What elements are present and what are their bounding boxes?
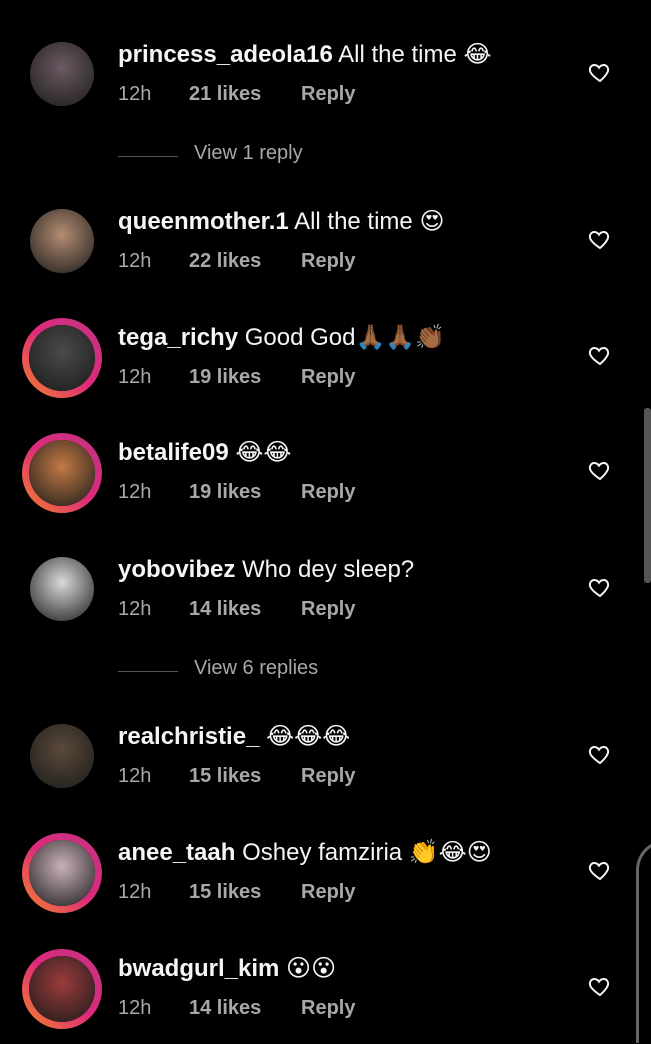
- avatar-image: [29, 440, 95, 506]
- view-replies-label: View 6 replies: [194, 657, 319, 679]
- comment-line: tega_richy Good God🙏🏾🙏🏾👏🏾: [118, 323, 445, 352]
- comment-item: tega_richy Good God🙏🏾🙏🏾👏🏾 12h 19 likes Rep…: [0, 313, 651, 413]
- comment-meta: 12h 21 likes Reply: [118, 83, 355, 106]
- likes-count[interactable]: 19 likes: [189, 481, 301, 504]
- comment-meta: 12h 19 likes Reply: [118, 366, 355, 389]
- comment-emoji: 🙏🏾🙏🏾👏🏾: [355, 323, 446, 351]
- reply-button[interactable]: Reply: [301, 997, 355, 1019]
- username[interactable]: bwadgurl_kim: [118, 955, 279, 982]
- username[interactable]: betalife09: [118, 439, 229, 466]
- likes-count[interactable]: 22 likes: [189, 250, 301, 273]
- reply-button[interactable]: Reply: [301, 881, 355, 903]
- username[interactable]: queenmother.1: [118, 208, 289, 235]
- comment-time: 12h: [118, 366, 152, 388]
- comment-item: princess_adeola16 All the time 😂 12h 21 l…: [0, 30, 651, 130]
- comment-emoji: 👏😂😍: [408, 838, 492, 866]
- avatar[interactable]: [30, 724, 94, 788]
- comment-emoji: 😍: [419, 207, 445, 235]
- username[interactable]: anee_taah: [118, 839, 235, 866]
- username[interactable]: princess_adeola16: [118, 41, 333, 68]
- comment-line: realchristie_ 😂😂😂: [118, 722, 350, 751]
- likes-count[interactable]: 14 likes: [189, 997, 301, 1020]
- heart-icon[interactable]: [588, 60, 612, 84]
- reply-button[interactable]: Reply: [301, 83, 355, 105]
- comment-emoji: 😮😮: [286, 954, 337, 982]
- comment-text: Good God: [244, 324, 356, 351]
- comment-line: anee_taah Oshey famziria 👏😂😍: [118, 838, 492, 867]
- avatar-image: [30, 42, 94, 106]
- replies-divider: [118, 156, 178, 157]
- comment-meta: 12h 15 likes Reply: [118, 765, 355, 788]
- comment-item: queenmother.1 All the time 😍 12h 22 likes…: [0, 197, 651, 297]
- avatar[interactable]: [30, 209, 94, 273]
- comment-item: anee_taah Oshey famziria 👏😂😍 12h 15 likes…: [0, 828, 651, 928]
- avatar-story-ring[interactable]: [22, 833, 102, 913]
- likes-count[interactable]: 14 likes: [189, 598, 301, 621]
- avatar-image: [29, 956, 95, 1022]
- comment-meta: 12h 22 likes Reply: [118, 250, 355, 273]
- comment-item: betalife09 😂😂 12h 19 likes Reply: [0, 428, 651, 528]
- reply-button[interactable]: Reply: [301, 250, 355, 272]
- comment-time: 12h: [118, 765, 152, 787]
- comment-emoji: 😂: [463, 40, 492, 68]
- heart-icon[interactable]: [588, 343, 612, 367]
- username[interactable]: realchristie_: [118, 723, 259, 750]
- avatar[interactable]: [30, 42, 94, 106]
- heart-icon[interactable]: [588, 858, 612, 882]
- reply-button[interactable]: Reply: [301, 765, 355, 787]
- comment-time: 12h: [118, 598, 152, 620]
- avatar-image: [30, 209, 94, 273]
- avatar-placeholder-image: [30, 557, 94, 621]
- comment-item: realchristie_ 😂😂😂 12h 15 likes Reply: [0, 712, 651, 812]
- screen-edge-decoration: [636, 840, 651, 1043]
- comment-meta: 12h 15 likes Reply: [118, 881, 355, 904]
- heart-icon[interactable]: [588, 575, 612, 599]
- username[interactable]: tega_richy: [118, 324, 238, 351]
- heart-icon[interactable]: [588, 227, 612, 251]
- replies-divider: [118, 671, 178, 672]
- reply-button[interactable]: Reply: [301, 481, 355, 503]
- likes-count[interactable]: 19 likes: [189, 366, 301, 389]
- avatar-story-ring[interactable]: [22, 318, 102, 398]
- comment-line: queenmother.1 All the time 😍: [118, 207, 444, 236]
- comment-emoji: 😂😂: [235, 438, 292, 466]
- comment-meta: 12h 14 likes Reply: [118, 997, 355, 1020]
- comment-time: 12h: [118, 997, 152, 1019]
- scrollbar-thumb[interactable]: [644, 408, 651, 583]
- comment-text: All the time: [294, 208, 413, 235]
- heart-icon[interactable]: [588, 742, 612, 766]
- likes-count[interactable]: 15 likes: [189, 881, 301, 904]
- comment-time: 12h: [118, 881, 152, 903]
- reply-button[interactable]: Reply: [301, 598, 355, 620]
- avatar-image: [29, 325, 95, 391]
- comment-line: bwadgurl_kim 😮😮: [118, 954, 336, 983]
- avatar[interactable]: [30, 557, 94, 621]
- comment-emoji: 😂😂😂: [266, 722, 351, 750]
- comment-time: 12h: [118, 83, 152, 105]
- username[interactable]: yobovibez: [118, 556, 235, 583]
- comment-line: betalife09 😂😂: [118, 438, 291, 467]
- avatar-image: [30, 724, 94, 788]
- likes-count[interactable]: 15 likes: [189, 765, 301, 788]
- comment-line: yobovibez Who dey sleep?: [118, 555, 414, 584]
- avatar-story-ring[interactable]: [22, 949, 102, 1029]
- heart-icon[interactable]: [588, 974, 612, 998]
- comment-text: All the time: [338, 41, 457, 68]
- comment-text: Who dey sleep?: [242, 556, 415, 583]
- comment-item: bwadgurl_kim 😮😮 12h 14 likes Reply: [0, 944, 651, 1044]
- comment-time: 12h: [118, 250, 152, 272]
- avatar-story-ring[interactable]: [22, 433, 102, 513]
- heart-icon[interactable]: [588, 458, 612, 482]
- comment-meta: 12h 19 likes Reply: [118, 481, 355, 504]
- reply-button[interactable]: Reply: [301, 366, 355, 388]
- comment-time: 12h: [118, 481, 152, 503]
- likes-count[interactable]: 21 likes: [189, 83, 301, 106]
- comment-meta: 12h 14 likes Reply: [118, 598, 355, 621]
- avatar-image: [29, 840, 95, 906]
- comment-line: princess_adeola16 All the time 😂: [118, 40, 492, 69]
- comment-item: yobovibez Who dey sleep? 12h 14 likes Repl…: [0, 545, 651, 645]
- comment-text: Oshey famziria: [242, 839, 403, 866]
- comments-feed: princess_adeola16 All the time 😂 12h 21 l…: [0, 0, 651, 1022]
- view-replies-label: View 1 reply: [194, 142, 303, 164]
